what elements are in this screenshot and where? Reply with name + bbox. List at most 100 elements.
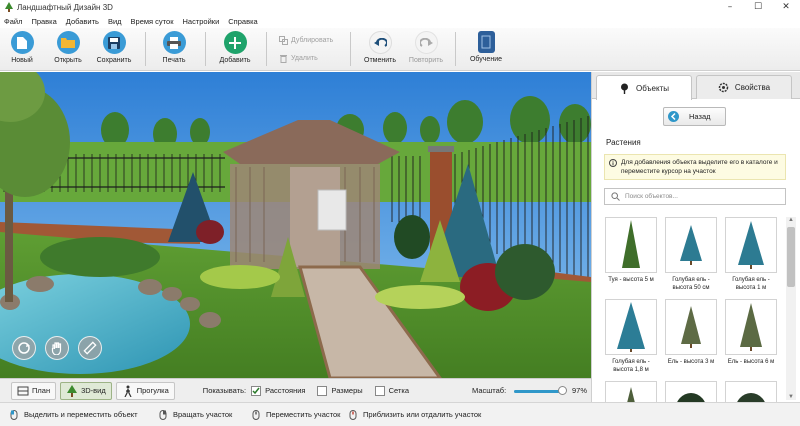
view-mode-bar: План 3D-вид Прогулка Показывать: Расстоя… [0,378,591,402]
mouse-middle-icon [252,409,260,420]
app-tree-icon [5,2,13,12]
garden-scene-image [0,72,591,378]
catalog-item-thuja-5m[interactable]: Туя - высота 5 м [605,217,657,284]
tab-properties[interactable]: Свойства [696,75,792,99]
item-thumbnail [605,381,657,402]
grid-label: Сетка [388,386,410,395]
walk-mode-button[interactable]: Прогулка [115,381,175,400]
pan-view-button[interactable] [45,336,69,360]
undo-button[interactable]: Отменить [358,31,402,64]
catalog-item-tree-7[interactable] [605,381,657,402]
search-input[interactable]: Поиск объектов... [604,188,786,205]
new-file-icon [10,31,34,54]
save-label: Сохранить [96,57,132,64]
hint-select-move: Выделить и переместить объект [9,409,138,420]
scrollbar-thumb[interactable] [787,227,795,287]
sizes-checkbox[interactable]: Размеры [317,385,363,396]
objects-panel: Объекты Свойства Назад Растения Для доба… [591,72,800,402]
delete-button[interactable]: Удалить [279,54,318,63]
toolbar: Новый Открыть Сохранить Печать Добавить … [0,28,800,71]
section-title: Растения [606,138,641,147]
catalog-scrollbar[interactable]: ▲ ▼ [786,217,796,400]
info-icon [609,159,617,167]
maximize-button[interactable]: ☐ [744,0,772,14]
item-thumbnail [725,299,777,355]
add-button[interactable]: Добавить [213,31,257,64]
learn-button[interactable]: Обучение [464,31,508,63]
spruce-icon [740,303,762,351]
open-button[interactable]: Открыть [46,31,90,64]
show-label: Показывать: [202,386,247,395]
toolbar-divider [266,32,267,66]
new-label: Новый [11,57,33,64]
item-thumbnail [665,299,717,355]
plant-catalog: Туя - высота 5 м Голубая ель - высота 50… [605,217,777,402]
walking-person-icon [124,385,132,397]
menu-help[interactable]: Справка [228,17,257,26]
item-thumbnail [605,299,657,355]
distances-checkbox[interactable]: Расстояния [251,385,305,396]
zoom-slider-fill [514,390,563,393]
hint-zoom: Приблизить или отдалить участок [348,409,482,420]
catalog-item-tree-8[interactable] [665,381,717,402]
rotate-icon [18,342,30,354]
window-title: Ландшафтный Дизайн 3D [17,2,113,12]
thuja-icon [622,220,640,268]
plan-mode-button[interactable]: План [11,381,57,400]
pine-icon [677,393,705,402]
hint-zoom-label: Приблизить или отдалить участок [363,410,482,419]
ruler-icon [83,341,97,355]
print-button[interactable]: Печать [152,31,196,64]
catalog-item-spruce-3m[interactable]: Ель - высота 3 м [665,299,717,366]
menu-time-of-day[interactable]: Время суток [131,17,174,26]
blue-spruce-icon [617,302,645,352]
save-button[interactable]: Сохранить [92,31,136,64]
undo-label: Отменить [364,57,396,64]
redo-button[interactable]: Повторить [404,31,448,64]
catalog-item-spruce-6m[interactable]: Ель - высота 6 м [725,299,777,366]
zoom-slider-thumb[interactable] [558,386,567,395]
menu-settings[interactable]: Настройки [182,17,219,26]
status-bar: Выделить и переместить объект Вращать уч… [0,402,800,426]
folder-icon [56,31,80,54]
item-thumbnail [665,217,717,273]
tab-objects[interactable]: Объекты [596,75,692,100]
back-label: Назад [689,112,711,121]
menu-file[interactable]: Файл [4,17,22,26]
tree-icon [621,83,628,94]
menu-add[interactable]: Добавить [66,17,99,26]
hint-pan: Переместить участок [251,409,340,420]
back-button[interactable]: Назад [663,107,726,126]
trash-icon [280,55,287,63]
item-caption: Ель - высота 6 м [727,359,775,365]
zoom-slider[interactable] [514,386,567,395]
sizes-label: Размеры [331,386,363,395]
panel-tabs: Объекты Свойства [592,72,800,100]
ruler-button[interactable] [78,336,102,360]
scroll-up-icon[interactable]: ▲ [788,217,794,223]
mouse-wheel-icon [349,409,357,420]
learn-label: Обучение [469,56,502,63]
new-button[interactable]: Новый [0,31,44,64]
catalog-item-blue-spruce-50cm[interactable]: Голубая ель - высота 50 см [665,217,717,292]
item-caption: Голубая ель - высота 1,8 м [612,359,650,373]
menu-edit[interactable]: Правка [31,17,56,26]
minimize-button[interactable]: – [716,0,744,14]
gear-icon [718,82,729,93]
3d-mode-button[interactable]: 3D-вид [60,381,112,400]
catalog-item-blue-spruce-1-8m[interactable]: Голубая ель - высота 1,8 м [605,299,657,374]
3d-viewport[interactable] [0,72,591,378]
catalog-item-blue-spruce-1m[interactable]: Голубая ель - высота 1 м [725,217,777,292]
rotate-view-button[interactable] [12,336,36,360]
book-icon [477,31,495,53]
catalog-item-tree-9[interactable] [725,381,777,402]
grid-checkbox[interactable]: Сетка [374,385,410,396]
menu-view[interactable]: Вид [108,17,122,26]
close-button[interactable]: ✕ [772,0,800,14]
spruce-icon [681,306,701,348]
duplicate-button[interactable]: Дублировать [279,36,333,45]
item-caption: Туя - высота 5 м [608,277,654,283]
redo-label: Повторить [408,57,444,64]
scroll-down-icon[interactable]: ▼ [788,394,794,400]
item-thumbnail [605,217,657,273]
